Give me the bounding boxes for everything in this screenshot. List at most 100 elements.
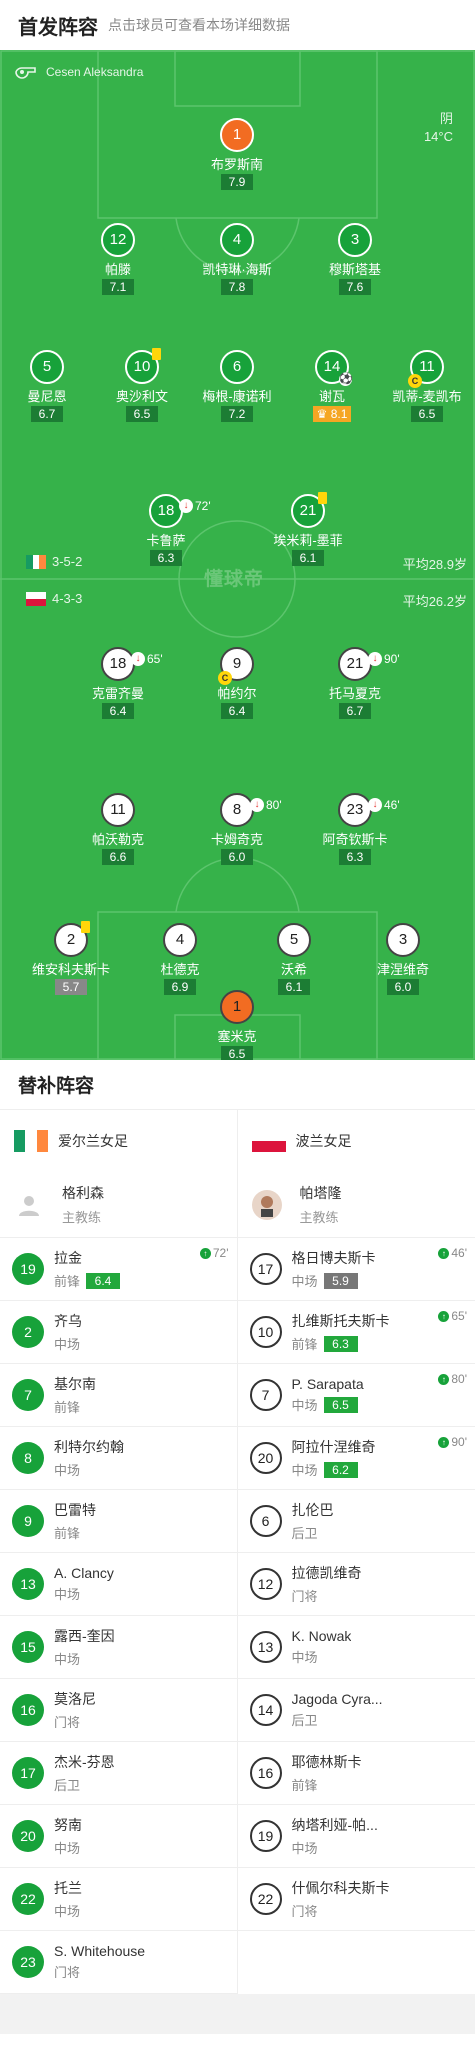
shirt-number: 20 (12, 1820, 44, 1852)
coach-role: 主教练 (62, 1210, 102, 1225)
home-coach[interactable]: 格利森 主教练 (0, 1172, 237, 1238)
shirt-number: 12 (249, 1568, 282, 1600)
away-player[interactable]: 3 津涅维奇 6.0 (348, 923, 458, 996)
bench-player[interactable]: 16 耶德林斯卡 前锋 (237, 1742, 475, 1805)
bench-player[interactable]: 20 努南 中场 (0, 1805, 237, 1868)
away-bench: 波兰女足 帕塔隆 主教练 17 格日博夫斯卡 中场 5.9 ↑ 46' 10 扎维斯托夫斯卡前… (237, 1110, 475, 1994)
yellow-card-icon (318, 492, 327, 504)
player-name: P. Sarapata (291, 1376, 364, 1392)
player-name: 帕沃勒克 (91, 832, 144, 847)
shirt-number: 11 (101, 793, 135, 827)
shirt-number: 23 (12, 1946, 44, 1978)
player-name: 维安科夫斯卡 (31, 962, 110, 977)
away-player[interactable]: 11 帕沃勒克 6.6 (63, 793, 173, 866)
home-player[interactable]: 11 C 凯蒂-麦凯布 6.5 (372, 350, 475, 423)
player-rating: 6.7 (339, 703, 371, 719)
player-name: 布罗斯南 (210, 157, 263, 172)
away-player[interactable]: 8 ↓ 80' 卡姆奇克 6.0 (182, 793, 292, 866)
player-rating: 6.4 (86, 1272, 121, 1289)
shirt-number: 6 (220, 350, 254, 384)
lineup-header: 首发阵容 点击球员可查看本场详细数据 (0, 0, 475, 50)
bench-player[interactable]: 12 拉德凯维奇 门将 (237, 1553, 475, 1616)
sub-on-icon: ↑ (438, 1247, 450, 1259)
player-position: 门将 (54, 1715, 81, 1730)
away-player[interactable]: 2 维安科夫斯卡 5.7 (16, 921, 126, 996)
bench-player[interactable]: 17 杰米-芬恩 后卫 (0, 1742, 237, 1805)
player-name: 努南 (54, 1817, 82, 1833)
whistle-icon (15, 67, 36, 79)
away-player[interactable]: 23 ↓ 46' 阿奇钦斯卡 6.3 (300, 793, 410, 866)
shirt-number: 12 (101, 223, 135, 257)
player-rating: 7.9 (221, 174, 253, 190)
player-name: S. Whitehouse (54, 1943, 146, 1959)
home-player[interactable]: 12 帕滕 7.1 (63, 223, 173, 296)
sub-off-icon: ↓ (131, 652, 145, 666)
home-player[interactable]: 14 ⚽ 谢瓦 ♛ 8.1 (277, 350, 387, 423)
home-bench-team[interactable]: 爱尔兰女足 (0, 1110, 237, 1172)
player-rating: ♛ 8.1 (312, 406, 352, 422)
bench-player[interactable]: 15 露西-奎因 中场 (0, 1616, 237, 1679)
away-bench-team[interactable]: 波兰女足 (238, 1110, 475, 1172)
sub-minute: 80' (266, 798, 282, 812)
away-player[interactable]: 1 塞米克 6.5 (182, 990, 292, 1060)
shirt-number: 16 (12, 1694, 44, 1726)
bench-player[interactable]: 22 托兰 中场 (0, 1868, 237, 1931)
player-name: 纳塔利娅-帕... (291, 1817, 378, 1833)
bench-player[interactable]: 22 什佩尔科夫斯卡 门将 (237, 1868, 475, 1931)
sub-off-icon: ↓ (179, 499, 193, 513)
away-player[interactable]: 21 ↓ 90' 托马夏克 6.7 (300, 647, 410, 720)
coach-name: 帕塔隆 (299, 1185, 342, 1201)
player-position: 前锋 (291, 1778, 318, 1793)
home-avg-age: 平均28.9岁 (402, 557, 467, 572)
shirt-number: 2 (12, 1316, 44, 1348)
home-player[interactable]: 21 埃米莉-墨菲 6.1 (253, 492, 363, 567)
bench-player[interactable]: 2 齐乌 中场 (0, 1301, 237, 1364)
player-name: 格日博夫斯卡 (291, 1250, 376, 1266)
bench-player[interactable]: 7 基尔南 前锋 (0, 1364, 237, 1427)
bench-player[interactable]: 14 Jagoda Cyra... 后卫 (237, 1679, 475, 1742)
player-name: 托兰 (54, 1880, 82, 1896)
away-formation-text: 4-3-3 (52, 591, 83, 606)
bench-player[interactable]: 10 扎维斯托夫斯卡 前锋 6.3 ↑ 65' (237, 1301, 475, 1364)
bench-player[interactable]: 7 P. Sarapata 中场 6.5 ↑ 80' (237, 1364, 475, 1427)
bench-player[interactable]: 13 K. Nowak 中场 (237, 1616, 475, 1679)
home-player[interactable]: 1 布罗斯南 7.9 (182, 118, 292, 191)
home-player[interactable]: 10 奥沙利文 6.5 (87, 348, 197, 423)
bench-player[interactable]: 19 拉金 前锋 6.4 ↑ 72' (0, 1238, 237, 1301)
bench-player[interactable]: 9 巴雷特 前锋 (0, 1490, 237, 1553)
sub-off-icon: ↓ (368, 798, 382, 812)
referee-name: Cesen Aleksandra (46, 65, 144, 79)
bench-player[interactable]: 8 利特尔约翰 中场 (0, 1427, 237, 1490)
bench-player[interactable]: 6 扎伦巴 后卫 (237, 1490, 475, 1553)
away-coach[interactable]: 帕塔隆 主教练 (237, 1172, 475, 1238)
bench-player[interactable]: 17 格日博夫斯卡 中场 5.9 ↑ 46' (237, 1238, 475, 1301)
bench-player[interactable]: 19 纳塔利娅-帕... 中场 (237, 1805, 475, 1868)
shirt-number: 5 (30, 350, 64, 384)
player-rating: 5.7 (55, 979, 87, 995)
away-player[interactable]: 9 C 帕约尔 6.4 (182, 647, 292, 720)
away-player[interactable]: 4 杜德克 6.9 (125, 923, 235, 996)
home-player[interactable]: 3 穆斯塔基 7.6 (300, 223, 410, 296)
bench-player[interactable]: 13 A. Clancy 中场 (0, 1553, 237, 1616)
shirt-number: 6 (249, 1505, 282, 1537)
bench-player[interactable]: 20 阿拉什涅维奇 中场 6.2 ↑ 90' (237, 1427, 475, 1490)
home-player[interactable]: 6 梅根-康诺利 7.2 (182, 350, 292, 423)
player-position: 中场 (54, 1337, 81, 1352)
player-name: 杜德克 (160, 962, 200, 977)
player-rating: 6.5 (323, 1396, 358, 1413)
player-rating: 6.3 (323, 1335, 358, 1352)
yellow-card-icon (152, 348, 161, 360)
bench-player[interactable]: 16 莫洛尼 门将 (0, 1679, 237, 1742)
away-player[interactable]: 18 ↓ 65' 克雷齐曼 6.4 (63, 647, 173, 720)
shirt-number: 13 (249, 1631, 282, 1663)
bench-player[interactable]: 23 S. Whitehouse 门将 (0, 1931, 237, 1994)
sub-minute: 90' (384, 652, 400, 666)
home-player[interactable]: 18 ↓ 72' 卡鲁萨 6.3 (111, 494, 221, 567)
shirt-number: 19 (12, 1253, 44, 1285)
player-rating: 6.5 (411, 406, 443, 422)
home-player[interactable]: 4 凯特琳·海斯 7.8 (182, 223, 292, 296)
away-player[interactable]: 5 沃希 6.1 (239, 923, 349, 996)
shirt-number: 15 (12, 1631, 44, 1663)
shirt-number: 17 (249, 1253, 282, 1285)
shirt-number: 10 (249, 1316, 282, 1348)
